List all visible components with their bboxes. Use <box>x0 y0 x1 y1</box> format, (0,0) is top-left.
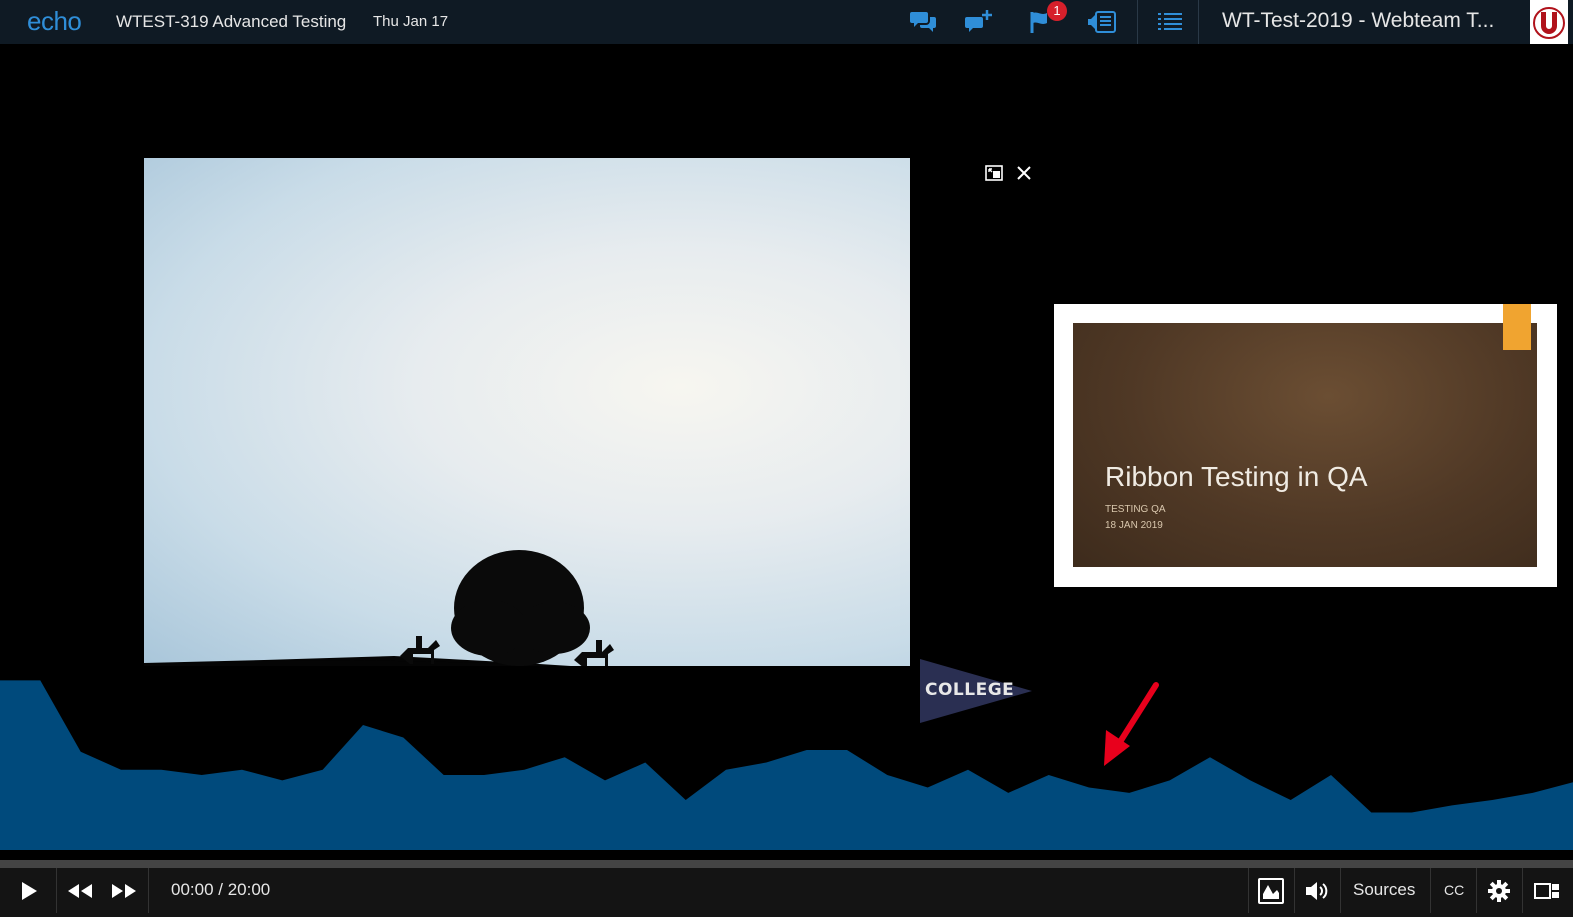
playback-time: 00:00 / 20:00 <box>171 880 271 899</box>
pennant-text: COLLEGE <box>925 680 1015 700</box>
echo-logo[interactable]: echo <box>27 6 82 37</box>
slide-date: 18 JAN 2019 <box>1105 520 1163 531</box>
section-title[interactable]: WT-Test-2019 - Webteam T... <box>1222 9 1494 33</box>
heatmap-area <box>0 680 1573 850</box>
header-divider <box>1137 0 1138 44</box>
landscape-silhouette <box>144 550 910 666</box>
volume-icon <box>1306 881 1328 900</box>
close-icon[interactable] <box>1013 162 1035 184</box>
discussions-icon[interactable] <box>908 6 940 38</box>
controls-divider <box>1294 868 1295 913</box>
heatmap-icon <box>1263 885 1279 899</box>
layout-icon <box>1534 882 1559 899</box>
controls-divider <box>1430 868 1431 913</box>
closed-captions-button[interactable]: CC <box>1444 882 1464 898</box>
class-date: Thu Jan 17 <box>373 13 449 30</box>
transcript-icon[interactable] <box>1086 6 1118 38</box>
settings-button[interactable] <box>1484 868 1514 913</box>
fast-forward-icon <box>112 883 136 898</box>
sources-button[interactable]: Sources <box>1353 880 1415 900</box>
secondary-slide-feed[interactable]: Ribbon Testing in QA TESTING QA 18 JAN 2… <box>1054 304 1557 587</box>
course-title[interactable]: WTEST-319 Advanced Testing <box>116 12 346 32</box>
controls-divider <box>56 868 57 913</box>
engagement-heatmap <box>0 680 1573 850</box>
slide-title: Ribbon Testing in QA <box>1105 461 1368 492</box>
fast-forward-button[interactable] <box>108 868 140 913</box>
controls-divider <box>1476 868 1477 913</box>
controls-divider <box>148 868 149 913</box>
heatmap-toggle-button[interactable] <box>1258 878 1284 904</box>
play-button[interactable] <box>10 868 48 913</box>
controls-divider <box>1248 868 1249 913</box>
outline-list-icon[interactable] <box>1154 6 1186 38</box>
slide-subtitle: TESTING QA <box>1105 504 1166 515</box>
controls-divider <box>1340 868 1341 913</box>
add-question-icon[interactable] <box>964 6 996 38</box>
rewind-icon <box>68 883 92 898</box>
controls-divider <box>1522 868 1523 913</box>
flag-count-badge: 1 <box>1047 1 1067 21</box>
player-controls: 00:00 / 20:00 Sources CC <box>0 868 1573 917</box>
rewind-button[interactable] <box>64 868 96 913</box>
swap-layout-icon[interactable] <box>983 162 1005 184</box>
volume-button[interactable] <box>1302 868 1334 913</box>
institution-avatar[interactable] <box>1530 0 1568 44</box>
gear-icon <box>1488 879 1510 902</box>
header-divider <box>1198 0 1199 44</box>
layout-button[interactable] <box>1532 868 1562 913</box>
slide-accent-tab <box>1503 304 1531 350</box>
slide-content: Ribbon Testing in QA TESTING QA 18 JAN 2… <box>1073 304 1537 567</box>
play-icon <box>22 881 37 900</box>
top-header: echo WTEST-319 Advanced Testing Thu Jan … <box>0 0 1573 44</box>
playback-progress-bar[interactable] <box>0 860 1573 868</box>
primary-video[interactable] <box>144 158 910 666</box>
